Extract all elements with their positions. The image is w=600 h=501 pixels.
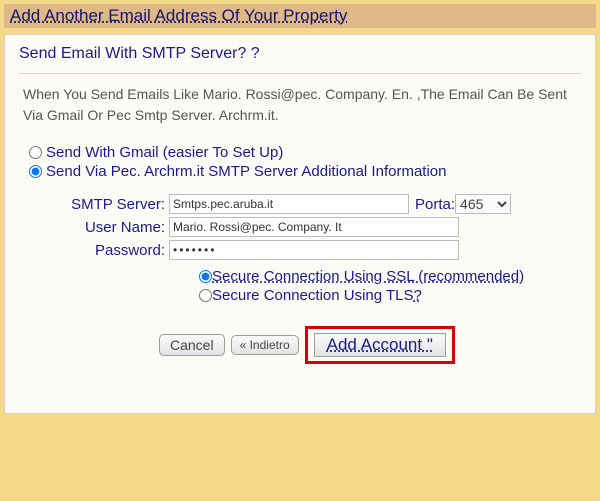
username-row: User Name: (19, 217, 581, 237)
add-account-button[interactable]: Add Account " (314, 333, 446, 357)
security-group: Secure Connection Using SSL (recommended… (199, 268, 581, 304)
send-method-group: Send With Gmail (easier To Set Up) Send … (29, 144, 581, 180)
send-via-smtp-label: Send Via Pec. Archrm.it SMTP Server Addi… (46, 163, 446, 180)
port-select[interactable]: 465 (455, 194, 511, 214)
tls-label: Secure Connection Using TLS (212, 287, 414, 304)
send-with-gmail-label: Send With Gmail (easier To Set Up) (46, 144, 283, 161)
send-with-gmail-option[interactable]: Send With Gmail (easier To Set Up) (29, 144, 581, 161)
smtp-server-input[interactable] (169, 194, 409, 214)
password-label: Password: (19, 242, 169, 259)
tls-option[interactable]: Secure Connection Using TLS ? (199, 287, 581, 304)
cancel-button[interactable]: Cancel (159, 334, 225, 356)
description-text: When You Send Emails Like Mario. Rossi@p… (23, 84, 575, 126)
dialog-panel: Send Email With SMTP Server? ? When You … (4, 34, 596, 414)
button-row: Cancel « Indietro Add Account " (159, 326, 581, 364)
send-via-smtp-radio[interactable] (29, 165, 42, 178)
window-title: Add Another Email Address Of Your Proper… (4, 4, 596, 28)
back-button[interactable]: « Indietro (231, 335, 299, 355)
smtp-server-label: SMTP Server: (19, 196, 169, 213)
dialog-heading: Send Email With SMTP Server? ? (19, 45, 581, 63)
tls-radio[interactable] (199, 289, 212, 302)
send-with-gmail-radio[interactable] (29, 146, 42, 159)
port-label: Porta: (415, 196, 455, 213)
tls-help-icon[interactable]: ? (414, 287, 422, 304)
ssl-option[interactable]: Secure Connection Using SSL (recommended… (199, 268, 581, 285)
heading-text: Send Email With SMTP Server? (19, 45, 246, 62)
ssl-label: Secure Connection Using SSL (recommended… (212, 268, 524, 285)
smtp-server-row: SMTP Server: Porta: 465 (19, 194, 581, 214)
username-input[interactable] (169, 217, 459, 237)
ssl-radio[interactable] (199, 270, 212, 283)
send-via-smtp-option[interactable]: Send Via Pec. Archrm.it SMTP Server Addi… (29, 163, 581, 180)
add-account-highlight: Add Account " (305, 326, 455, 364)
password-row: Password: (19, 240, 581, 260)
help-icon[interactable]: ? (251, 45, 260, 62)
password-input[interactable] (169, 240, 459, 260)
smtp-form: SMTP Server: Porta: 465 User Name: Passw… (19, 194, 581, 260)
divider (19, 73, 581, 74)
username-label: User Name: (19, 219, 169, 236)
